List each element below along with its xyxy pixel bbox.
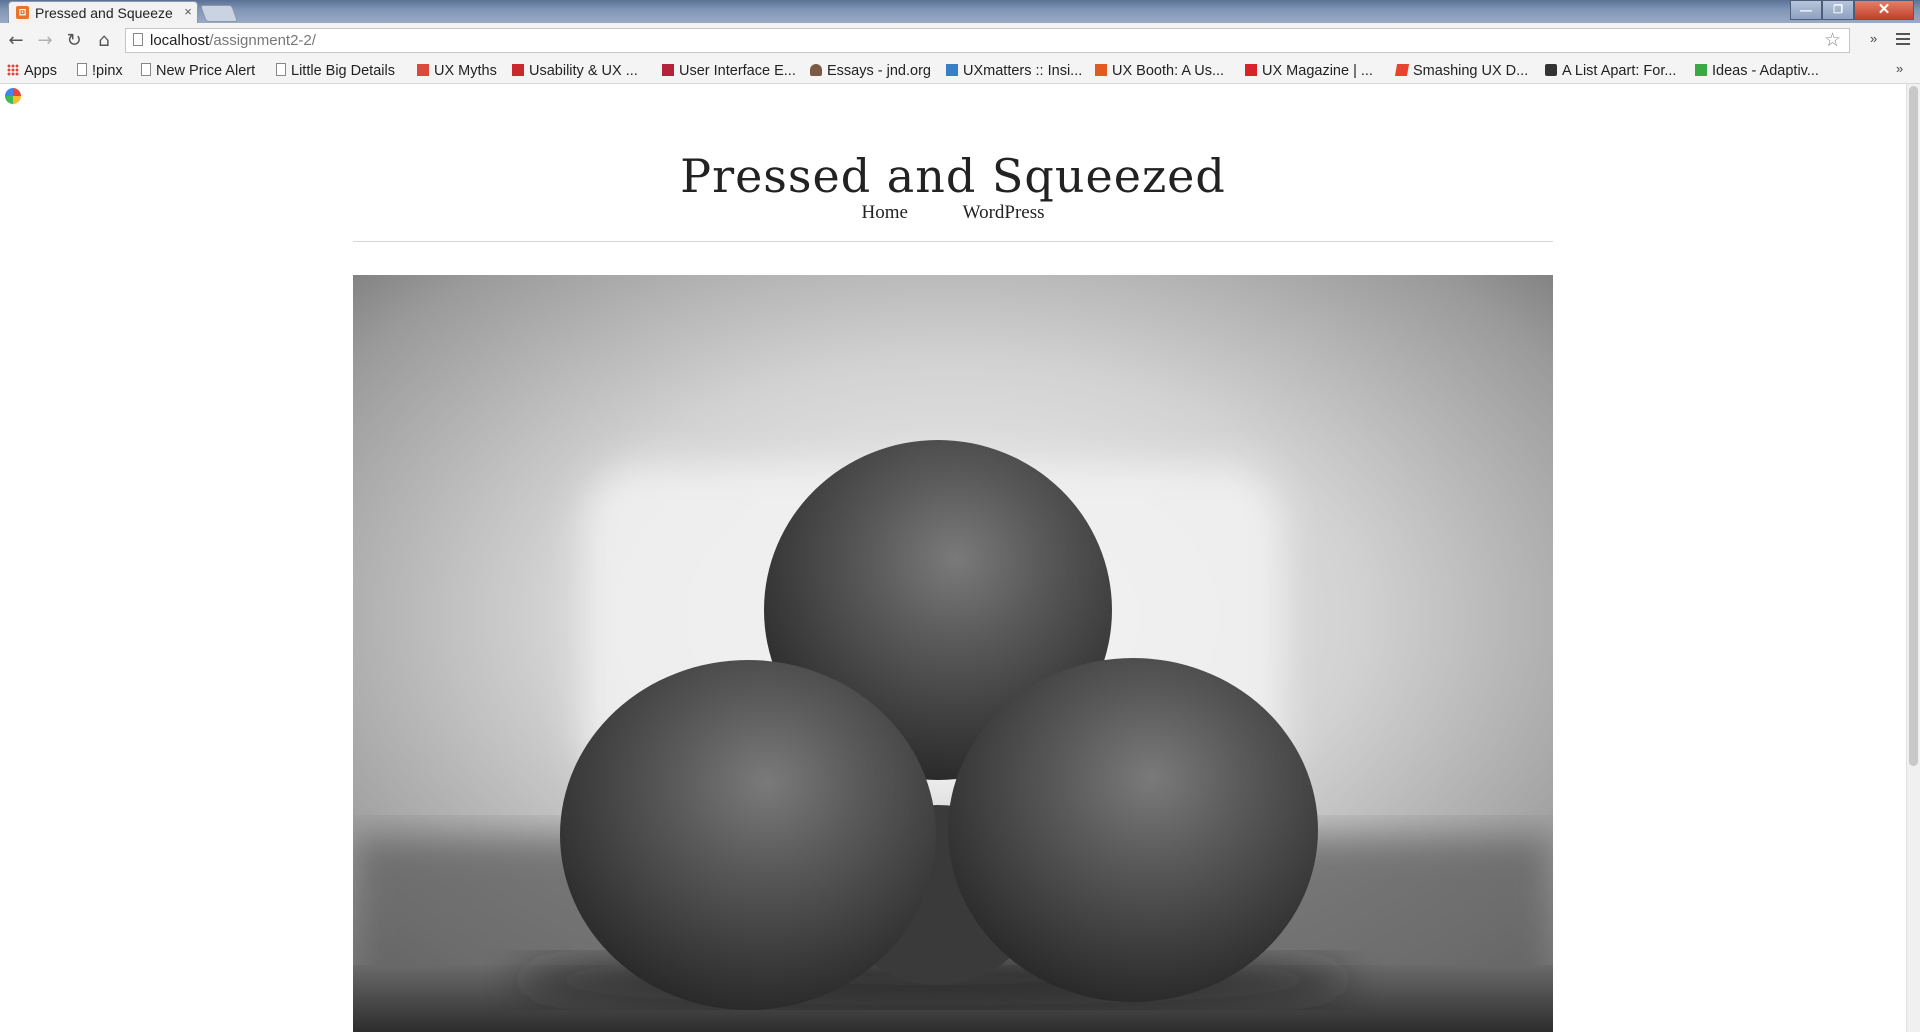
smashing-icon bbox=[1394, 64, 1410, 76]
nav-link-wordpress[interactable]: WordPress bbox=[963, 202, 1045, 223]
window-close-button[interactable]: ✕ bbox=[1854, 0, 1914, 20]
bookmark-apps[interactable]: Apps bbox=[7, 61, 57, 81]
url-host: localhost bbox=[150, 32, 210, 49]
bookmark-essays-jnd[interactable]: Essays - jnd.org bbox=[810, 61, 931, 81]
page-icon bbox=[141, 63, 151, 76]
bookmark-pinx[interactable]: !pinx bbox=[77, 61, 123, 81]
bookmarks-bar: Apps !pinx New Price Alert Little Big De… bbox=[0, 59, 1920, 84]
bookmark-ux-myths[interactable]: UX Myths bbox=[417, 61, 497, 81]
reload-icon[interactable]: ↻ bbox=[62, 29, 86, 53]
bookmark-smashing-ux[interactable]: Smashing UX D... bbox=[1394, 61, 1528, 81]
page-icon bbox=[77, 63, 87, 76]
bookmark-little-big-details[interactable]: Little Big Details bbox=[276, 61, 395, 81]
a-list-apart-icon bbox=[1545, 64, 1557, 76]
page-viewport: Pressed and Squeezed Home WordPress bbox=[0, 84, 1906, 1032]
address-bar[interactable]: localhost/assignment2-2/ ☆ bbox=[125, 28, 1850, 53]
scrollbar-thumb[interactable] bbox=[1909, 86, 1918, 766]
bookmark-new-price-alert[interactable]: New Price Alert bbox=[141, 61, 255, 81]
ux-myths-icon bbox=[417, 64, 429, 76]
bookmark-a-list-apart[interactable]: A List Apart: For... bbox=[1545, 61, 1676, 81]
hand-cursor-icon bbox=[276, 63, 286, 76]
nav-link-home[interactable]: Home bbox=[861, 202, 907, 223]
nn-logo-icon bbox=[512, 64, 524, 76]
site-favicon-icon: ⊡ bbox=[16, 6, 29, 19]
tab-close-icon[interactable]: × bbox=[181, 4, 195, 20]
bookmark-user-interface[interactable]: User Interface E... bbox=[662, 61, 796, 81]
ideas-check-icon bbox=[1695, 64, 1707, 76]
featured-image bbox=[353, 275, 1553, 1032]
site-title[interactable]: Pressed and Squeezed bbox=[0, 149, 1906, 203]
home-icon[interactable]: ⌂ bbox=[92, 29, 116, 53]
url-text[interactable]: localhost/assignment2-2/ bbox=[150, 32, 316, 49]
window-titlebar: ⊡ Pressed and Squeeze × — ❐ ✕ bbox=[0, 0, 1920, 23]
browser-toolbar: ← → ↻ ⌂ localhost/assignment2-2/ ☆ » bbox=[0, 23, 1920, 60]
bookmark-uxmatters[interactable]: UXmatters :: Insi... bbox=[946, 61, 1082, 81]
apps-grid-icon bbox=[7, 64, 19, 76]
ux-magazine-icon bbox=[1245, 64, 1257, 76]
person-icon bbox=[810, 64, 822, 76]
site-navigation: Home WordPress bbox=[0, 202, 1906, 224]
chrome-menu-icon[interactable] bbox=[1896, 33, 1910, 45]
bookmark-ux-booth[interactable]: UX Booth: A Us... bbox=[1095, 61, 1224, 81]
tab-title: Pressed and Squeeze bbox=[35, 5, 173, 21]
extensions-overflow-icon[interactable]: » bbox=[1870, 31, 1877, 46]
bookmark-ideas-adaptive[interactable]: Ideas - Adaptiv... bbox=[1695, 61, 1819, 81]
uxmatters-icon bbox=[946, 64, 958, 76]
url-path: /assignment2-2/ bbox=[209, 32, 316, 49]
new-tab-button[interactable] bbox=[199, 5, 239, 22]
forward-arrow-icon[interactable]: → bbox=[33, 29, 57, 53]
nav-divider bbox=[353, 241, 1553, 242]
page-icon bbox=[133, 33, 143, 46]
bookmark-ux-magazine[interactable]: UX Magazine | ... bbox=[1245, 61, 1373, 81]
page-scrollbar[interactable] bbox=[1906, 84, 1920, 1032]
bookmark-star-icon[interactable]: ☆ bbox=[1824, 29, 1841, 52]
window-maximize-button[interactable]: ❐ bbox=[1822, 0, 1854, 20]
bookmarks-overflow-icon[interactable]: » bbox=[1896, 61, 1903, 76]
oranges-photo bbox=[353, 275, 1553, 1032]
ux-booth-icon bbox=[1095, 64, 1107, 76]
browser-tab-active[interactable]: ⊡ Pressed and Squeeze × bbox=[8, 1, 198, 23]
bookmark-usability-ux[interactable]: Usability & UX ... bbox=[512, 61, 638, 81]
back-arrow-icon[interactable]: ← bbox=[4, 29, 28, 53]
extension-badge-icon[interactable] bbox=[5, 88, 21, 104]
user-interface-icon bbox=[662, 64, 674, 76]
window-minimize-button[interactable]: — bbox=[1790, 0, 1822, 20]
